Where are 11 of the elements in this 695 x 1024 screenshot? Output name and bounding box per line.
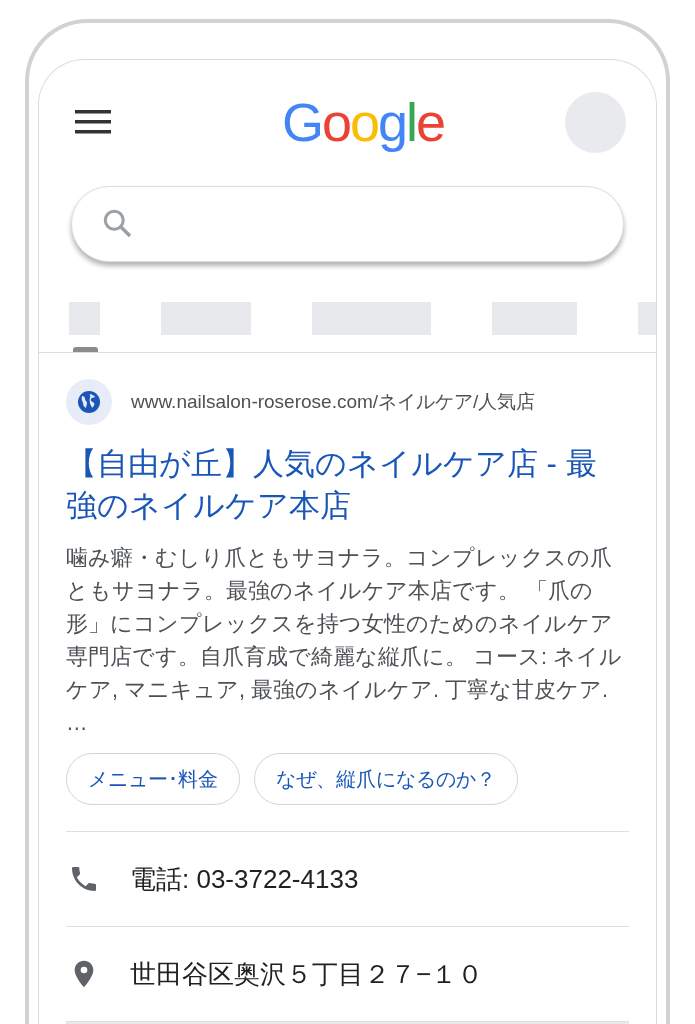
tab-placeholder xyxy=(638,302,656,335)
detail-text: 世田谷区奥沢５丁目２７−１０ xyxy=(130,957,484,991)
search-field[interactable] xyxy=(71,186,624,262)
tab-indicator xyxy=(73,347,98,352)
detail-text: 電話: 03-3722-4133 xyxy=(130,862,359,896)
globe-icon xyxy=(77,390,101,414)
google-logo: Google xyxy=(281,91,445,154)
result-snippet: 噛み癖・むしり爪ともサヨナラ。コンプレックスの爪ともサヨナラ。最強のネイルケア本店です。 「爪の形」にコンプレックスを持つ女性のためのネイルケア専門店です。自爪育成で綺麗な縦爪に。 コース: ネイルケア, マニキュア, 最強のネイルケア. 丁寧な甘皮ケア. … xyxy=(66,544,623,737)
result-url: www.nailsalon-roserose.com/ネイルケア/人気店 xyxy=(131,389,536,414)
menu-icon[interactable] xyxy=(75,109,111,135)
result-title[interactable]: 【自由が丘】人気のネイルケア店 - 最強のネイルケア本店 xyxy=(66,443,626,527)
